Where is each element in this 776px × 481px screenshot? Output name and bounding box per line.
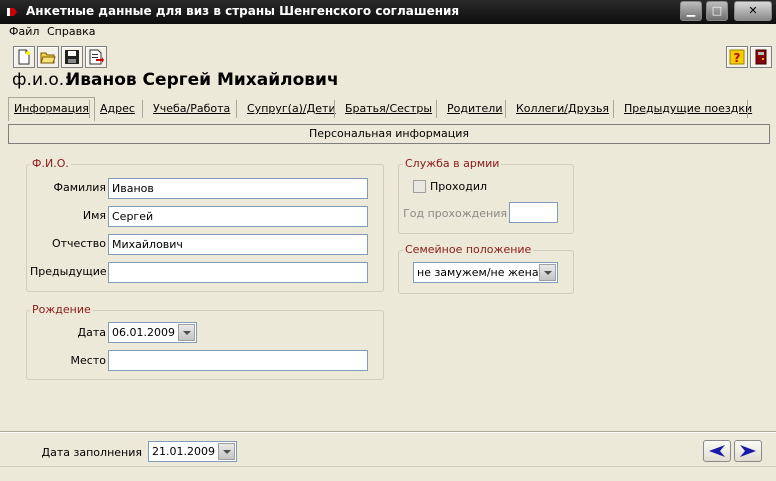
window-title: Анкетные данные для виз в страны Шенгенс… xyxy=(26,4,460,18)
name-label: Имя xyxy=(82,209,106,222)
help-icon: ? xyxy=(729,49,745,65)
tab-separator xyxy=(236,100,237,118)
birth-date-value: 06.01.2009 xyxy=(112,326,175,339)
tab-colleagues-friends[interactable]: Коллеги/Друзья xyxy=(516,98,609,122)
title-bar[interactable]: Анкетные данные для виз в страны Шенгенс… xyxy=(0,0,776,24)
family-status-title: Семейное положение xyxy=(403,243,534,256)
tab-separator xyxy=(747,100,748,118)
tab-siblings[interactable]: Братья/Сестры xyxy=(345,98,432,122)
svg-text:?: ? xyxy=(734,51,741,65)
exit-button[interactable] xyxy=(750,46,772,68)
patronymic-input[interactable]: Михайлович xyxy=(108,234,368,255)
birth-date-picker[interactable]: 06.01.2009 xyxy=(108,322,197,343)
surname-input[interactable]: Иванов xyxy=(108,178,368,199)
tab-parents[interactable]: Родители xyxy=(447,98,502,122)
close-icon: ✕ xyxy=(748,4,758,17)
family-status-value: не замужем/не женат xyxy=(417,266,546,279)
tab-study-work[interactable]: Учеба/Работа xyxy=(153,98,230,122)
section-header: Персональная информация xyxy=(8,124,770,144)
birth-group-title: Рождение xyxy=(30,303,93,316)
previous-names-input[interactable] xyxy=(108,262,368,283)
service-year-input[interactable] xyxy=(509,202,558,223)
open-button[interactable] xyxy=(37,46,59,68)
tab-separator xyxy=(89,100,90,118)
save-icon xyxy=(65,50,79,64)
arrow-right-icon xyxy=(740,445,756,457)
tab-previous-trips[interactable]: Предыдущие поездки xyxy=(624,98,752,122)
menu-bar: Файл Справка xyxy=(0,24,776,40)
chevron-down-icon[interactable] xyxy=(539,264,556,281)
fio-label: ф.и.о.: xyxy=(12,70,70,90)
new-document-icon xyxy=(18,49,30,65)
fill-date-value: 21.01.2009 xyxy=(152,445,215,458)
tab-separator xyxy=(334,100,335,118)
maximize-button[interactable]: □ xyxy=(706,1,728,21)
previous-page-button[interactable] xyxy=(703,440,731,462)
arrow-left-icon xyxy=(709,445,725,457)
open-folder-icon xyxy=(40,52,56,64)
served-checkbox[interactable] xyxy=(413,180,426,193)
app-icon xyxy=(7,8,17,16)
tab-separator xyxy=(142,100,143,118)
maximize-icon: □ xyxy=(711,4,723,17)
export-icon xyxy=(89,49,104,65)
army-group-title: Служба в армии xyxy=(403,157,502,170)
help-button[interactable]: ? xyxy=(726,46,748,68)
tab-info[interactable]: Информация xyxy=(8,97,95,121)
fio-group-title: Ф.И.О. xyxy=(30,157,71,170)
minimize-button[interactable]: ▁ xyxy=(680,1,702,21)
army-group xyxy=(398,164,574,234)
fill-date-label: Дата заполнения xyxy=(41,446,142,459)
served-label[interactable]: Проходил xyxy=(430,180,487,193)
chevron-down-icon[interactable] xyxy=(178,324,195,341)
exit-icon xyxy=(755,49,767,65)
chevron-down-icon[interactable] xyxy=(218,443,235,460)
tab-address[interactable]: Адрес xyxy=(100,98,135,122)
tab-separator xyxy=(613,100,614,118)
menu-help[interactable]: Справка xyxy=(47,25,95,38)
new-button[interactable] xyxy=(13,46,35,68)
fio-value: Иванов Сергей Михайлович xyxy=(66,70,339,90)
fill-date-picker[interactable]: 21.01.2009 xyxy=(148,441,237,462)
next-page-button[interactable] xyxy=(734,440,762,462)
bottom-divider xyxy=(0,431,776,433)
export-button[interactable] xyxy=(85,46,107,68)
minimize-icon: ▁ xyxy=(686,4,696,17)
menu-file[interactable]: Файл xyxy=(9,25,39,38)
surname-label: Фамилия xyxy=(53,181,106,194)
service-year-label: Год прохождения xyxy=(403,207,507,220)
name-input[interactable]: Сергей xyxy=(108,206,368,227)
status-bar xyxy=(0,466,776,481)
birth-date-label: Дата xyxy=(77,326,106,339)
tab-spouse-children[interactable]: Супруг(а)/Дети xyxy=(247,98,336,122)
previous-names-label: Предыдущие xyxy=(30,265,107,278)
save-button[interactable] xyxy=(61,46,83,68)
tab-separator xyxy=(505,100,506,118)
close-button[interactable]: ✕ xyxy=(734,1,772,21)
patronymic-label: Отчество xyxy=(51,237,106,250)
birth-place-input[interactable] xyxy=(108,350,368,371)
tab-separator xyxy=(436,100,437,118)
birth-place-label: Место xyxy=(70,354,106,367)
family-status-select[interactable]: не замужем/не женат xyxy=(413,262,558,283)
